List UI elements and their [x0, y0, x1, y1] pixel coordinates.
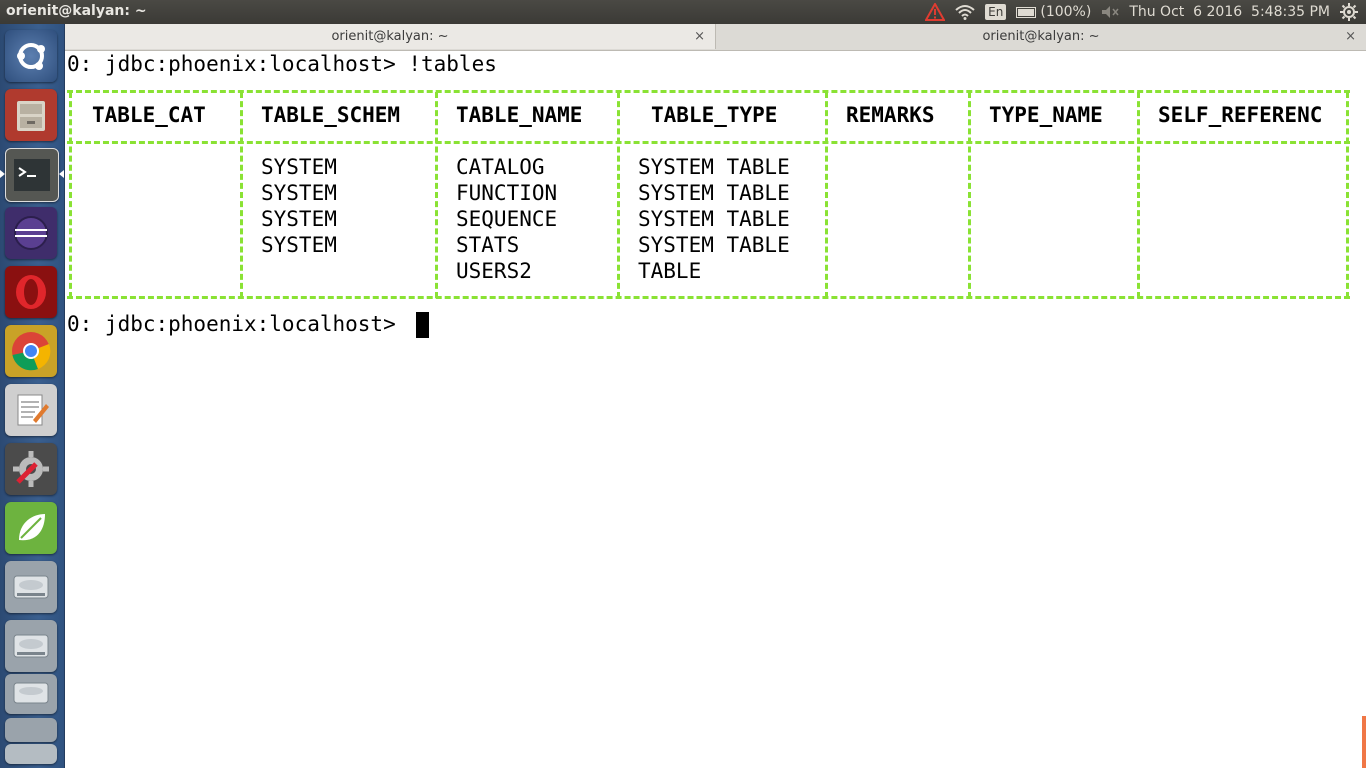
- disk-drive-icon[interactable]: [5, 718, 57, 742]
- volume-mute-icon[interactable]: [1101, 5, 1119, 19]
- column-divider: [617, 92, 620, 298]
- column-header-self-referenc: SELF_REFERENC: [1158, 103, 1323, 127]
- session-gear-icon[interactable]: [1340, 3, 1358, 21]
- clock[interactable]: Thu Oct 6 2016 5:48:35 PM: [1129, 4, 1330, 20]
- text-cursor: [416, 312, 429, 338]
- system-settings-icon[interactable]: [5, 443, 57, 495]
- focused-indicator: [59, 170, 64, 178]
- disk-drive-icon[interactable]: [5, 744, 57, 764]
- column-header-table-type: TABLE_TYPE: [651, 103, 778, 127]
- indicator-area: En (100%) Thu Oct 6 2016 5:48:35 PM: [925, 0, 1358, 24]
- terminal-tab-2[interactable]: orienit@kalyan: ~ ×: [716, 24, 1366, 49]
- terminal-tab-bar: orienit@kalyan: ~ × orienit@kalyan: ~ ×: [65, 24, 1366, 51]
- close-icon[interactable]: ×: [1345, 29, 1356, 44]
- column-header-table-schem: TABLE_SCHEM: [261, 103, 401, 127]
- battery-percent: (100%): [1040, 4, 1092, 20]
- language-label: En: [985, 4, 1007, 20]
- table-cell: USERS2: [456, 259, 532, 283]
- table-cell: SYSTEM TABLE: [638, 181, 790, 205]
- table-cell: FUNCTION: [456, 181, 558, 205]
- column-divider: [240, 92, 243, 298]
- eclipse-icon[interactable]: [5, 207, 57, 259]
- table-cell: TABLE: [638, 259, 702, 283]
- table-cell: CATALOG: [456, 155, 545, 179]
- file-manager-icon[interactable]: [5, 89, 57, 141]
- disk-drive-icon[interactable]: [5, 620, 57, 672]
- column-header-type-name: TYPE_NAME: [989, 103, 1103, 127]
- table-cell: SYSTEM: [261, 207, 337, 231]
- battery-icon: [1016, 6, 1037, 18]
- scroll-indicator[interactable]: [1362, 716, 1366, 768]
- column-header-table-cat: TABLE_CAT: [92, 103, 206, 127]
- terminal-icon[interactable]: [5, 148, 59, 202]
- launcher: [0, 24, 65, 768]
- table-cell: SYSTEM TABLE: [638, 155, 790, 179]
- table-cell: STATS: [456, 233, 520, 257]
- shell-prompt: 0: jdbc:phoenix:localhost>: [67, 312, 409, 336]
- table-cell: SYSTEM TABLE: [638, 207, 790, 231]
- top-panel: orienit@kalyan: ~ En (100%) Thu Oct 6 20…: [0, 0, 1366, 24]
- warning-icon[interactable]: [925, 3, 946, 21]
- table-cell: SYSTEM: [261, 155, 337, 179]
- table-cell: SEQUENCE: [456, 207, 558, 231]
- column-divider: [968, 92, 971, 298]
- chrome-icon[interactable]: [5, 325, 57, 377]
- keyboard-language-indicator[interactable]: En: [985, 4, 1007, 20]
- command-line: 0: jdbc:phoenix:localhost> !tables: [67, 52, 497, 76]
- terminal-output[interactable]: 0: jdbc:phoenix:localhost> !tables TABLE…: [65, 50, 1366, 768]
- opera-icon[interactable]: [5, 266, 57, 318]
- column-divider: [825, 92, 828, 298]
- column-divider: [1346, 92, 1349, 298]
- disk-drive-icon[interactable]: [5, 561, 57, 613]
- table-border-top: [67, 90, 1350, 93]
- wifi-icon[interactable]: [955, 4, 975, 20]
- terminal-tab-1[interactable]: orienit@kalyan: ~ ×: [65, 24, 716, 49]
- tab-title: orienit@kalyan: ~: [331, 29, 449, 44]
- table-cell: SYSTEM: [261, 233, 337, 257]
- ubuntu-dash-icon[interactable]: [5, 30, 57, 82]
- column-header-remarks: REMARKS: [846, 103, 935, 127]
- column-header-table-name: TABLE_NAME: [456, 103, 583, 127]
- column-divider: [69, 92, 72, 298]
- battery-indicator[interactable]: (100%): [1016, 4, 1091, 20]
- window-title: orienit@kalyan: ~: [6, 3, 147, 19]
- table-border-header: [67, 141, 1350, 144]
- column-divider: [1137, 92, 1140, 298]
- terminal-window: orienit@kalyan: ~ × orienit@kalyan: ~ × …: [65, 24, 1366, 768]
- spring-tool-suite-icon[interactable]: [5, 502, 57, 554]
- text-editor-icon[interactable]: [5, 384, 57, 436]
- table-border-bottom: [67, 296, 1350, 299]
- table-cell: SYSTEM TABLE: [638, 233, 790, 257]
- close-icon[interactable]: ×: [694, 29, 705, 44]
- disk-drive-icon[interactable]: [5, 674, 57, 714]
- column-divider: [435, 92, 438, 298]
- table-cell: SYSTEM: [261, 181, 337, 205]
- tab-title: orienit@kalyan: ~: [982, 29, 1100, 44]
